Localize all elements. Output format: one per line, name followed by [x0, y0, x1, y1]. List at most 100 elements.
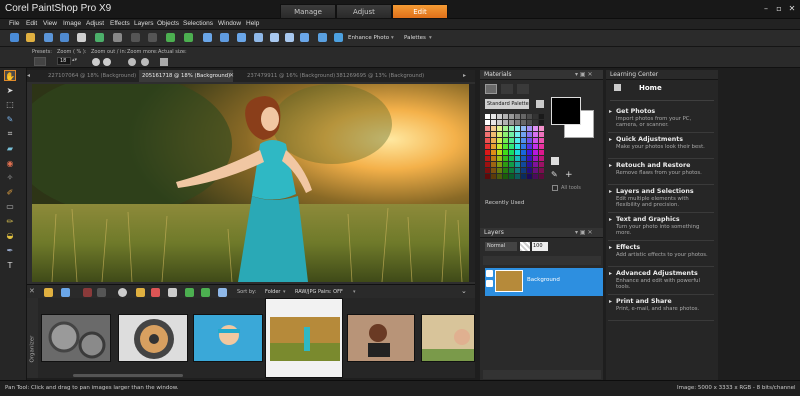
organizer-side-tab[interactable]: Organizer	[27, 298, 38, 378]
color-swatch[interactable]	[509, 174, 514, 179]
color-swatch[interactable]	[503, 150, 508, 155]
color-swatch[interactable]	[509, 132, 514, 137]
color-swatch[interactable]	[515, 120, 520, 125]
close-organizer-icon[interactable]: ✕	[29, 287, 35, 295]
color-swatch[interactable]	[515, 138, 520, 143]
color-swatch[interactable]	[515, 168, 520, 173]
thumbnail-selected[interactable]	[265, 298, 343, 378]
color-swatch[interactable]	[497, 138, 502, 143]
color-swatch[interactable]	[497, 144, 502, 149]
color-swatch[interactable]	[497, 168, 502, 173]
color-swatch[interactable]	[497, 126, 502, 131]
color-swatch[interactable]	[485, 138, 490, 143]
color-swatch[interactable]	[497, 156, 502, 161]
menu-view[interactable]: View	[43, 20, 57, 27]
color-swatch[interactable]	[533, 132, 538, 137]
thumbnail[interactable]	[347, 314, 415, 362]
print-organizer-icon[interactable]	[168, 288, 177, 297]
layout-icon[interactable]	[300, 33, 309, 42]
swap-colors-icon[interactable]	[551, 157, 559, 165]
zoom-out-icon-opt[interactable]	[92, 58, 100, 66]
fill-icon[interactable]: ◒	[4, 230, 16, 241]
tab-adjust[interactable]: Adjust	[336, 4, 392, 19]
color-swatch[interactable]	[491, 138, 496, 143]
color-swatch[interactable]	[539, 132, 544, 137]
color-swatch[interactable]	[533, 162, 538, 167]
layer-name[interactable]: Background	[527, 277, 560, 283]
color-swatch[interactable]	[503, 126, 508, 131]
organizer-scrollbar[interactable]	[73, 374, 183, 377]
fit-window-icon[interactable]	[220, 33, 229, 42]
layer-visibility-icon[interactable]	[486, 270, 493, 277]
learning-center-item[interactable]: ▸ Effects Add artistic effects to your pho…	[608, 241, 714, 267]
color-swatch[interactable]	[497, 132, 502, 137]
color-swatch[interactable]	[491, 114, 496, 119]
color-swatch[interactable]	[491, 120, 496, 125]
folder-icon[interactable]	[44, 288, 53, 297]
sort-by-dropdown[interactable]: Folder	[265, 289, 280, 295]
color-swatch[interactable]	[533, 126, 538, 131]
color-swatch[interactable]	[485, 114, 490, 119]
open-icon[interactable]	[26, 33, 35, 42]
person-icon[interactable]	[118, 288, 127, 297]
color-swatch[interactable]	[527, 156, 532, 161]
new-icon[interactable]	[10, 33, 19, 42]
color-swatch[interactable]	[509, 120, 514, 125]
color-swatch[interactable]	[527, 174, 532, 179]
undo-icon[interactable]	[131, 33, 140, 42]
rotate-left-icon[interactable]	[185, 288, 194, 297]
color-swatch[interactable]	[527, 144, 532, 149]
color-swatch[interactable]	[503, 162, 508, 167]
color-swatch[interactable]	[497, 114, 502, 119]
learning-center-item[interactable]: ▸ Print and Share Print, e-mail, and share…	[608, 295, 714, 321]
zoom-input[interactable]: 18	[57, 57, 71, 65]
color-swatch[interactable]	[491, 168, 496, 173]
blend-mode-select[interactable]: Normal	[485, 242, 517, 251]
color-swatch[interactable]	[521, 144, 526, 149]
opacity-input[interactable]: 100	[532, 242, 548, 251]
tab-manage[interactable]: Manage	[280, 4, 336, 19]
learning-center-item[interactable]: ▸ Get Photos Import photos from your PC, c…	[608, 105, 714, 133]
add-swatch-icon[interactable]: +	[565, 170, 573, 180]
menu-selections[interactable]: Selections	[183, 20, 213, 27]
tabs-left-arrow-icon[interactable]: ◂	[27, 70, 33, 82]
clone-brush-icon[interactable]: ✐	[4, 187, 16, 198]
color-swatch[interactable]	[533, 168, 538, 173]
color-swatch[interactable]	[485, 120, 490, 125]
menu-window[interactable]: Window	[218, 20, 241, 27]
fit-icon[interactable]	[218, 288, 227, 297]
learning-center-item[interactable]: ▸ Advanced Adjustments Enhance and edit wi…	[608, 267, 714, 295]
layers-pin-icon[interactable]: ▾ ▣ ✕	[575, 229, 593, 236]
color-swatch[interactable]	[539, 150, 544, 155]
save-as-icon[interactable]	[60, 33, 69, 42]
color-swatch[interactable]	[515, 132, 520, 137]
color-swatch[interactable]	[503, 156, 508, 161]
color-swatch[interactable]	[509, 138, 514, 143]
layer-row-background[interactable]: Background	[485, 268, 603, 296]
zoom-in-icon-opt[interactable]	[103, 58, 111, 66]
all-tools-checkbox[interactable]	[552, 185, 558, 191]
learning-center-item[interactable]: ▸ Quick Adjustments Make your photos look …	[608, 133, 714, 159]
color-swatch[interactable]	[521, 174, 526, 179]
close-tab-icon[interactable]: ✕	[229, 70, 234, 82]
color-swatch[interactable]	[497, 174, 502, 179]
color-swatch[interactable]	[491, 144, 496, 149]
zoom-more-out-icon[interactable]	[128, 58, 136, 66]
rainbow-icon[interactable]	[501, 84, 513, 94]
copy-icon[interactable]	[113, 33, 122, 42]
crop-tool-icon[interactable]: ⌗	[4, 128, 16, 139]
color-swatch[interactable]	[497, 162, 502, 167]
color-swatch[interactable]	[521, 132, 526, 137]
edit-icon[interactable]	[97, 288, 106, 297]
color-swatch[interactable]	[521, 138, 526, 143]
color-swatch[interactable]	[485, 150, 490, 155]
canvas-area[interactable]	[27, 82, 475, 284]
color-swatch[interactable]	[491, 126, 496, 131]
color-swatch[interactable]	[503, 174, 508, 179]
doc-tab-4[interactable]: 381269695 @ 13% (Background)	[333, 70, 427, 82]
doc-tab-2[interactable]: 205161718 @ 18% (Background)	[139, 70, 234, 82]
minimize-icon[interactable]: –	[760, 3, 772, 14]
color-swatch[interactable]	[509, 168, 514, 173]
collapse-icon[interactable]	[254, 33, 263, 42]
color-swatch[interactable]	[485, 132, 490, 137]
